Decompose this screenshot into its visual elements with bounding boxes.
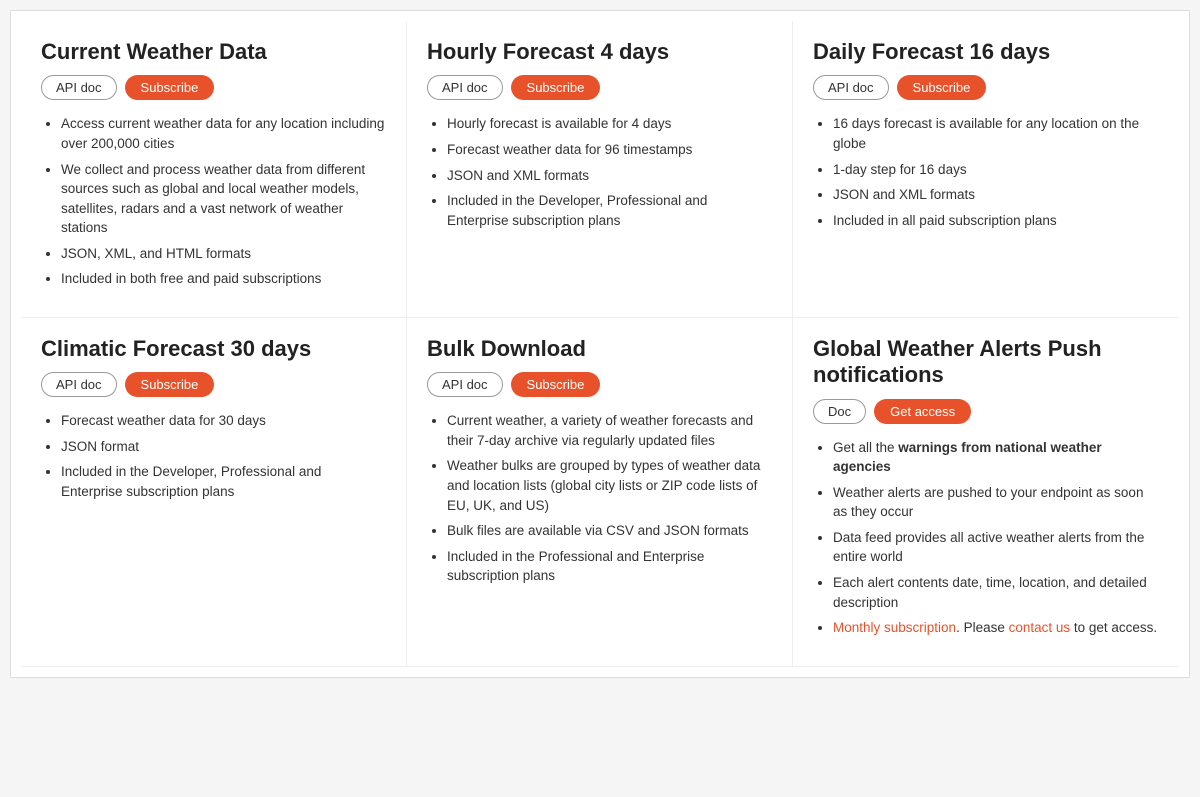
list-item: Hourly forecast is available for 4 days <box>447 114 772 134</box>
list-item: Included in all paid subscription plans <box>833 211 1159 231</box>
features-list-global-alerts: Get all the warnings from national weath… <box>813 438 1159 638</box>
list-item: Included in the Professional and Enterpr… <box>447 547 772 586</box>
api-doc-button-bulk-download[interactable]: API doc <box>427 372 503 397</box>
bold-text-warnings: warnings from national weather agencies <box>833 440 1102 475</box>
list-item-datafeed: Data feed provides all active weather al… <box>833 528 1159 567</box>
card-daily-forecast: Daily Forecast 16 days API doc Subscribe… <box>793 21 1179 318</box>
card-title-global-alerts: Global Weather Alerts Push notifications <box>813 336 1159 389</box>
card-title-hourly-forecast: Hourly Forecast 4 days <box>427 39 772 65</box>
card-title-daily-forecast: Daily Forecast 16 days <box>813 39 1159 65</box>
api-doc-button-current-weather[interactable]: API doc <box>41 75 117 100</box>
button-row-current-weather: API doc Subscribe <box>41 75 386 100</box>
list-item: JSON and XML formats <box>833 185 1159 205</box>
list-item-warnings: Get all the warnings from national weath… <box>833 438 1159 477</box>
button-row-hourly-forecast: API doc Subscribe <box>427 75 772 100</box>
list-item: Weather bulks are grouped by types of we… <box>447 456 772 515</box>
list-item: Included in the Developer, Professional … <box>447 191 772 230</box>
doc-button-global-alerts[interactable]: Doc <box>813 399 866 424</box>
api-doc-button-hourly-forecast[interactable]: API doc <box>427 75 503 100</box>
button-row-daily-forecast: API doc Subscribe <box>813 75 1159 100</box>
card-current-weather: Current Weather Data API doc Subscribe A… <box>21 21 407 318</box>
subscribe-button-current-weather[interactable]: Subscribe <box>125 75 215 100</box>
card-bulk-download: Bulk Download API doc Subscribe Current … <box>407 318 793 667</box>
subscribe-button-daily-forecast[interactable]: Subscribe <box>897 75 987 100</box>
subscribe-button-climatic-forecast[interactable]: Subscribe <box>125 372 215 397</box>
list-item: 1-day step for 16 days <box>833 160 1159 180</box>
button-row-global-alerts: Doc Get access <box>813 399 1159 424</box>
api-doc-button-daily-forecast[interactable]: API doc <box>813 75 889 100</box>
subscribe-button-bulk-download[interactable]: Subscribe <box>511 372 601 397</box>
card-hourly-forecast: Hourly Forecast 4 days API doc Subscribe… <box>407 21 793 318</box>
main-container: Current Weather Data API doc Subscribe A… <box>10 10 1190 678</box>
list-item: JSON and XML formats <box>447 166 772 186</box>
list-item: Current weather, a variety of weather fo… <box>447 411 772 450</box>
cards-grid: Current Weather Data API doc Subscribe A… <box>21 21 1179 667</box>
subscribe-button-hourly-forecast[interactable]: Subscribe <box>511 75 601 100</box>
list-item: JSON format <box>61 437 386 457</box>
api-doc-button-climatic-forecast[interactable]: API doc <box>41 372 117 397</box>
list-item-contents: Each alert contents date, time, location… <box>833 573 1159 612</box>
features-list-daily-forecast: 16 days forecast is available for any lo… <box>813 114 1159 230</box>
card-title-bulk-download: Bulk Download <box>427 336 772 362</box>
list-item: Forecast weather data for 96 timestamps <box>447 140 772 160</box>
list-item: We collect and process weather data from… <box>61 160 386 238</box>
features-list-bulk-download: Current weather, a variety of weather fo… <box>427 411 772 586</box>
features-list-climatic-forecast: Forecast weather data for 30 days JSON f… <box>41 411 386 501</box>
button-row-bulk-download: API doc Subscribe <box>427 372 772 397</box>
card-global-alerts: Global Weather Alerts Push notifications… <box>793 318 1179 667</box>
list-item: 16 days forecast is available for any lo… <box>833 114 1159 153</box>
list-item: Bulk files are available via CSV and JSO… <box>447 521 772 541</box>
list-item: JSON, XML, and HTML formats <box>61 244 386 264</box>
getaccess-button-global-alerts[interactable]: Get access <box>874 399 971 424</box>
list-item: Forecast weather data for 30 days <box>61 411 386 431</box>
features-list-current-weather: Access current weather data for any loca… <box>41 114 386 289</box>
card-climatic-forecast: Climatic Forecast 30 days API doc Subscr… <box>21 318 407 667</box>
list-item: Access current weather data for any loca… <box>61 114 386 153</box>
list-item-push: Weather alerts are pushed to your endpoi… <box>833 483 1159 522</box>
features-list-hourly-forecast: Hourly forecast is available for 4 days … <box>427 114 772 230</box>
card-title-climatic-forecast: Climatic Forecast 30 days <box>41 336 386 362</box>
list-item: Included in both free and paid subscript… <box>61 269 386 289</box>
list-item-subscription: Monthly subscription. Please contact us … <box>833 618 1159 638</box>
monthly-subscription-link[interactable]: Monthly subscription <box>833 620 956 635</box>
button-row-climatic-forecast: API doc Subscribe <box>41 372 386 397</box>
card-title-current-weather: Current Weather Data <box>41 39 386 65</box>
list-item: Included in the Developer, Professional … <box>61 462 386 501</box>
contact-us-link[interactable]: contact us <box>1009 620 1071 635</box>
